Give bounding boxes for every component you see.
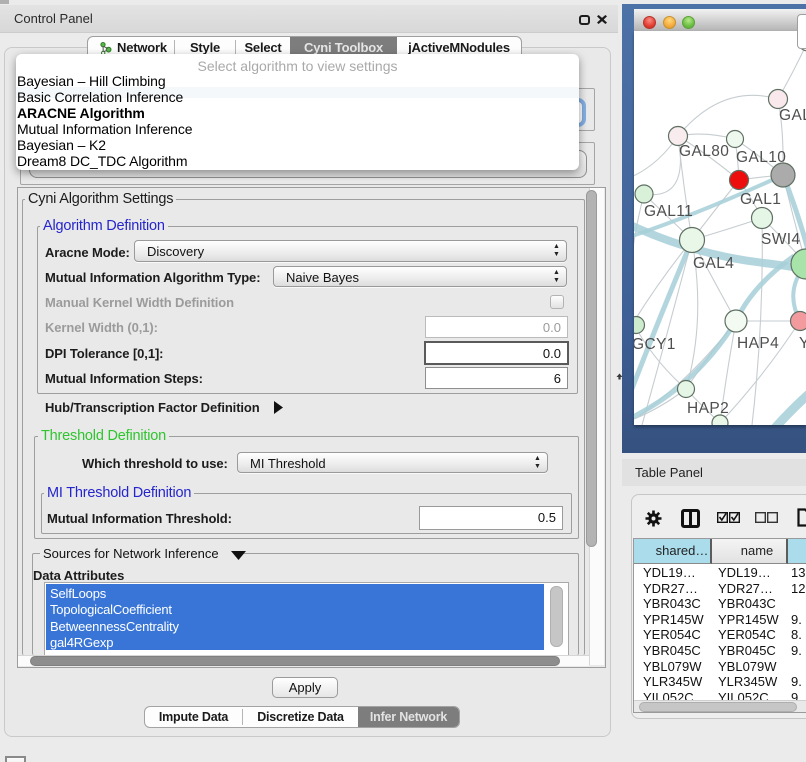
svg-text:GAL7: GAL7 xyxy=(779,107,806,124)
svg-text:HAP4: HAP4 xyxy=(737,335,779,352)
svg-text:GAL4: GAL4 xyxy=(693,255,734,272)
svg-text:GAL1: GAL1 xyxy=(740,191,781,208)
svg-text:HAP2: HAP2 xyxy=(687,400,729,417)
svg-text:SWI4: SWI4 xyxy=(761,231,801,248)
svg-text:GAL11: GAL11 xyxy=(644,203,693,220)
svg-text:GAL10: GAL10 xyxy=(736,149,786,166)
svg-text:Y: Y xyxy=(799,335,806,352)
svg-text:GCY1: GCY1 xyxy=(634,336,676,353)
svg-text:GAL80: GAL80 xyxy=(679,143,729,160)
